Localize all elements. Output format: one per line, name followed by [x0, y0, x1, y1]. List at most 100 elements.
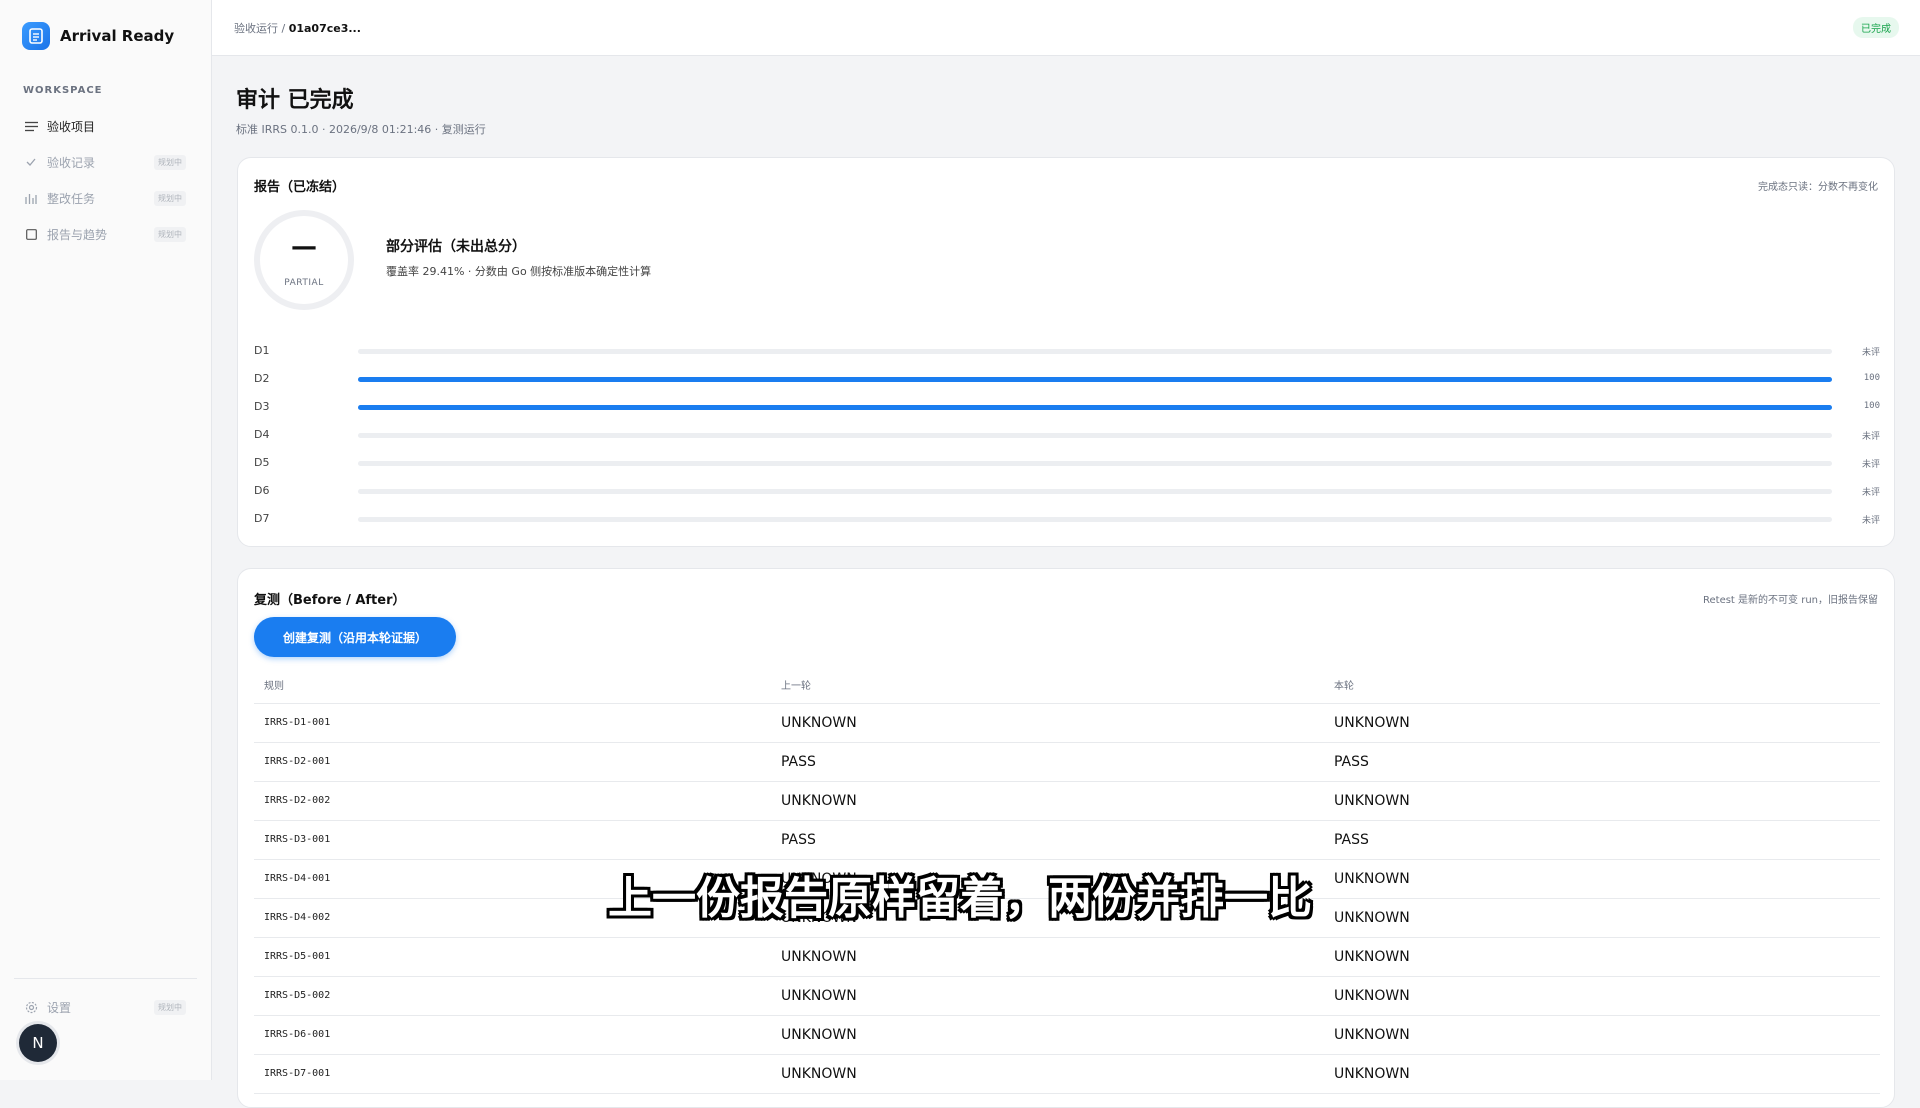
summary-title: 部分评估（未出总分） [386, 239, 526, 255]
retest-title: 复测（Before / After） [254, 593, 406, 608]
dimension-row: D5 未评 [254, 453, 1880, 473]
table-row: IRRS-D3-001 PASS PASS [254, 821, 1880, 860]
retest-note: Retest 是新的不可变 run，旧报告保留 [1703, 595, 1878, 606]
planned-badge: 规划中 [154, 154, 186, 170]
sidebar-item-records[interactable]: 验收记录 规划中 [14, 144, 196, 180]
current-result: UNKNOWN [1334, 1066, 1410, 1082]
column-header-rule: 规则 [264, 681, 284, 692]
rule-id: IRRS-D2-001 [264, 756, 331, 767]
dimension-value: 100 [1863, 373, 1880, 383]
dimension-label: D5 [254, 456, 270, 469]
dimension-label: D7 [254, 512, 270, 525]
planned-badge: 规划中 [154, 999, 186, 1015]
score-value: — [291, 232, 317, 262]
current-result: UNKNOWN [1334, 793, 1410, 809]
report-title: 报告（已冻结） [254, 180, 346, 195]
dimension-value: 100 [1863, 401, 1880, 411]
dimension-row: D4 未评 [254, 425, 1880, 445]
top-bar: 验收运行 / 01a07ce3... 已完成 [212, 0, 1920, 56]
dimension-bar-fill [358, 405, 1832, 410]
check-icon [24, 155, 38, 169]
brand[interactable]: Arrival Ready [22, 22, 174, 50]
breadcrumb-current: 01a07ce3... [288, 22, 361, 35]
dimension-bar-track [358, 433, 1832, 438]
table-row: IRRS-D7-001 UNKNOWN UNKNOWN [254, 1055, 1880, 1094]
breadcrumb-separator: / [278, 22, 289, 35]
dimension-bar-track [358, 489, 1832, 494]
bar-chart-icon [24, 191, 38, 205]
dimension-row: D6 未评 [254, 481, 1880, 501]
rule-id: IRRS-D1-001 [264, 717, 331, 728]
dimension-row: D7 未评 [254, 509, 1880, 529]
sidebar-item-projects[interactable]: 验收项目 [14, 108, 196, 144]
previous-result: PASS [781, 832, 816, 848]
dimension-value: 未评 [1861, 516, 1880, 526]
current-result: UNKNOWN [1334, 949, 1410, 965]
sidebar-divider [14, 978, 197, 979]
breadcrumb: 验收运行 / 01a07ce3... [234, 20, 361, 36]
dimension-value: 未评 [1861, 488, 1880, 498]
dimension-bar-track [358, 349, 1832, 354]
dimension-bar-track [358, 517, 1832, 522]
dimension-label: D3 [254, 400, 270, 413]
create-retest-button[interactable]: 创建复测（沿用本轮证据） [254, 617, 456, 657]
table-row: IRRS-D2-001 PASS PASS [254, 743, 1880, 782]
table-row: IRRS-D6-001 UNKNOWN UNKNOWN [254, 1016, 1880, 1055]
previous-result: UNKNOWN [781, 1027, 857, 1043]
avatar[interactable]: N [19, 1024, 57, 1062]
status-badge: 已完成 [1853, 17, 1899, 38]
app-name: Arrival Ready [60, 27, 175, 45]
dimension-bar-track [358, 405, 1832, 410]
previous-result: UNKNOWN [781, 949, 857, 965]
dimension-label: D6 [254, 484, 270, 497]
rule-id: IRRS-D7-001 [264, 1068, 331, 1079]
previous-result: UNKNOWN [781, 988, 857, 1004]
table-row: IRRS-D5-001 UNKNOWN UNKNOWN [254, 938, 1880, 977]
table-row: IRRS-D5-002 UNKNOWN UNKNOWN [254, 977, 1880, 1016]
dimension-bar-track [358, 461, 1832, 466]
video-subtitle: 上一份报告原样留着，两份并排一比 [608, 873, 1312, 924]
dimension-row: D3 100 [254, 397, 1880, 417]
list-icon [24, 119, 38, 133]
table-row: IRRS-D1-001 UNKNOWN UNKNOWN [254, 704, 1880, 743]
breadcrumb-parent[interactable]: 验收运行 [234, 22, 278, 35]
rule-id: IRRS-D3-001 [264, 834, 331, 845]
sidebar-item-settings[interactable]: 设置 规划中 [14, 989, 196, 1025]
column-header-current: 本轮 [1334, 681, 1354, 692]
sidebar-item-tasks[interactable]: 整改任务 规划中 [14, 180, 196, 216]
current-result: PASS [1334, 754, 1369, 770]
page-title: 审计 已完成 [236, 88, 354, 113]
gear-icon [24, 1000, 38, 1014]
dimension-value: 未评 [1861, 460, 1880, 470]
rule-id: IRRS-D5-001 [264, 951, 331, 962]
previous-result: UNKNOWN [781, 1066, 857, 1082]
workspace-section-label: WORKSPACE [23, 85, 103, 96]
current-result: UNKNOWN [1334, 988, 1410, 1004]
current-result: PASS [1334, 832, 1369, 848]
score-status-label: PARTIAL [284, 278, 324, 288]
sidebar-item-reports[interactable]: 报告与趋势 规划中 [14, 216, 196, 252]
sidebar-item-label: 报告与趋势 [47, 227, 108, 242]
dimension-label: D1 [254, 344, 270, 357]
page-subtitle: 标准 IRRS 0.1.0 · 2026/9/8 01:21:46 · 复测运行 [236, 123, 486, 136]
previous-result: UNKNOWN [781, 793, 857, 809]
app-logo-icon [22, 22, 50, 50]
sidebar-item-label: 整改任务 [47, 191, 96, 206]
previous-result: PASS [781, 754, 816, 770]
retest-card: 复测（Before / After） Retest 是新的不可变 run，旧报告… [237, 568, 1895, 1108]
report-card: 报告（已冻结） 完成态只读：分数不再变化 — PARTIAL 部分评估（未出总分… [237, 157, 1895, 547]
dimension-bar-track [358, 377, 1832, 382]
dimension-row: D2 100 [254, 369, 1880, 389]
settings-label: 设置 [47, 1000, 72, 1015]
table-header-row: 规则 上一轮 本轮 [254, 670, 1880, 704]
summary-description: 覆盖率 29.41% · 分数由 Go 侧按标准版本确定性计算 [386, 265, 652, 278]
current-result: UNKNOWN [1334, 1027, 1410, 1043]
dimension-value: 未评 [1861, 348, 1880, 358]
planned-badge: 规划中 [154, 190, 186, 206]
previous-result: UNKNOWN [781, 715, 857, 731]
dimension-row: D1 未评 [254, 341, 1880, 361]
rule-id: IRRS-D5-002 [264, 990, 331, 1001]
current-result: UNKNOWN [1334, 715, 1410, 731]
table-row: IRRS-D2-002 UNKNOWN UNKNOWN [254, 782, 1880, 821]
square-icon [24, 227, 38, 241]
